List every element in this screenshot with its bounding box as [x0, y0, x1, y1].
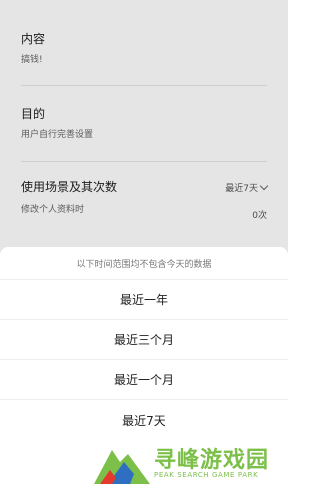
option-last-three-months[interactable]: 最近三个月 — [0, 320, 288, 360]
watermark-title: 寻峰游戏园 — [154, 448, 270, 473]
option-last-year[interactable]: 最近一年 — [0, 280, 288, 320]
watermark: 寻峰游戏园 PEAK SEARCH GAME PARK — [90, 440, 288, 488]
mountain-logo-icon — [94, 450, 150, 484]
option-last-7-days[interactable]: 最近7天 — [0, 400, 288, 440]
watermark-subtitle: PEAK SEARCH GAME PARK — [154, 471, 259, 479]
sheet-notice: 以下时间范围均不包含今天的数据 — [0, 247, 288, 280]
option-last-month[interactable]: 最近一个月 — [0, 360, 288, 400]
